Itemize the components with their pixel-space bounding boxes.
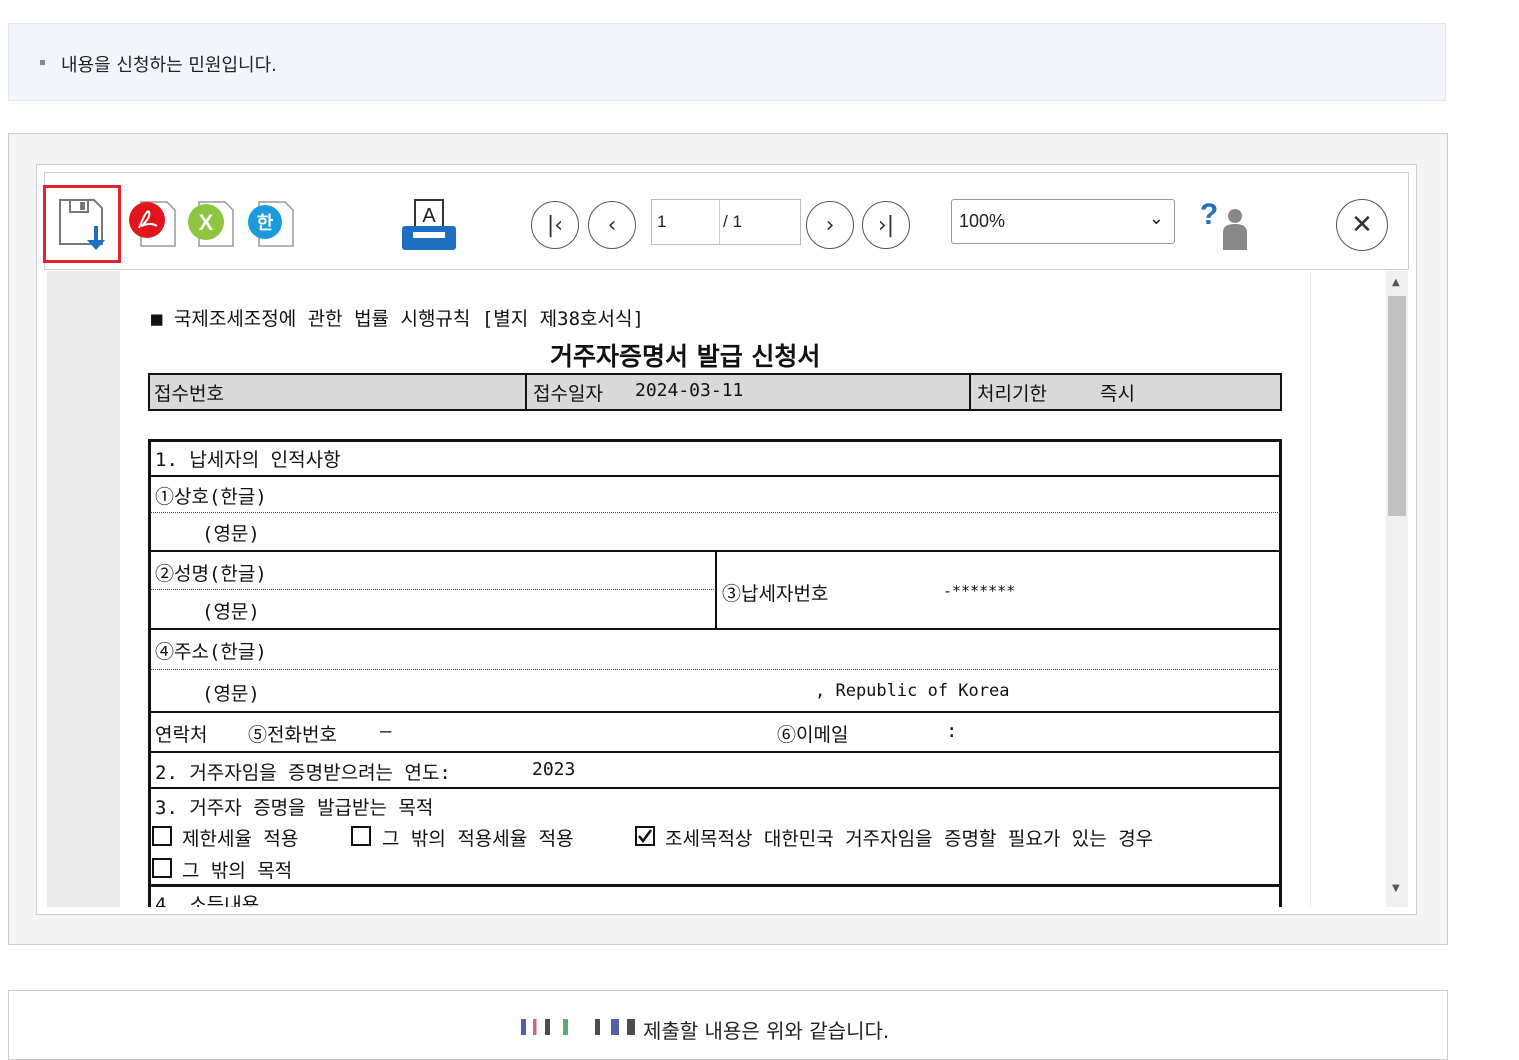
trade-name-en-label: (영문) — [202, 523, 260, 545]
redacted-text — [521, 1019, 581, 1035]
form-header-note: ■ 국제조세조정에 관한 법률 시행규칙 [별지 제38호서식] — [151, 308, 644, 330]
year-value: 2023 — [532, 759, 576, 780]
total-pages: / 1 — [723, 212, 742, 231]
checkbox-reduced-rate[interactable] — [152, 826, 172, 846]
row-line — [148, 475, 1282, 477]
excel-export-button[interactable]: X — [185, 198, 237, 250]
chevron-down-icon: ⌄ — [1148, 208, 1164, 229]
svg-text:X: X — [199, 210, 214, 235]
option-other-purpose: 그 밖의 목적 — [182, 860, 293, 882]
svg-text:A: A — [422, 205, 436, 227]
checkbox-other-purpose[interactable] — [152, 858, 172, 878]
help-icon: ? — [1200, 198, 1247, 250]
prev-page-button[interactable]: ‹ — [588, 201, 636, 249]
document-page: ■ 국제조세조정에 관한 법률 시행규칙 [별지 제38호서식] 거주자증명서 … — [120, 271, 1310, 907]
submit-statement-box: 제출할 내용은 위와 같습니다. — [8, 990, 1448, 1060]
page-number-field[interactable]: 1 / 1 — [651, 199, 801, 245]
row-line — [148, 884, 1282, 887]
option-other-rate: 그 밖의 적용세율 적용 — [382, 828, 574, 850]
excel-icon: X — [188, 201, 234, 247]
receipt-date-label: 접수일자 — [533, 383, 603, 405]
section1-title: 1. 납세자의 인적사항 — [155, 449, 341, 471]
taxpayer-no-value: -******* — [943, 582, 1016, 600]
document-scrollbar[interactable]: ▲ ▼ — [1386, 271, 1408, 907]
contact-label: 연락처 — [155, 724, 208, 746]
dotted-line — [150, 589, 716, 590]
check-icon — [638, 829, 653, 844]
hwp-export-button[interactable]: 한 — [245, 198, 297, 250]
scrollbar-thumb[interactable] — [1388, 296, 1406, 516]
prev-page-icon: ‹ — [607, 212, 617, 238]
option-reduced-rate: 제한세율 적용 — [182, 828, 299, 850]
taxpayer-no-label: ③납세자번호 — [722, 583, 829, 605]
row-line — [148, 751, 1282, 753]
zoom-value: 100% — [959, 211, 1006, 231]
page-separator — [719, 200, 720, 244]
deadline-label: 처리기한 — [977, 383, 1047, 405]
divider — [969, 373, 971, 411]
close-icon: ✕ — [1351, 210, 1373, 240]
row-line — [148, 628, 1282, 630]
redacted-text — [595, 1019, 635, 1035]
checkbox-other-rate[interactable] — [351, 826, 371, 846]
dotted-line — [150, 669, 1280, 670]
svg-text:?: ? — [1200, 198, 1218, 231]
option-residency-proof: 조세목적상 대한민국 거주자임을 증명할 필요가 있는 경우 — [665, 828, 1154, 850]
pdf-icon — [129, 201, 176, 247]
deadline-value: 즉시 — [1100, 383, 1135, 405]
address-en-label: (영문) — [202, 683, 260, 705]
print-icon: A — [402, 199, 456, 250]
scroll-down-icon[interactable]: ▼ — [1392, 883, 1400, 894]
address-kr-label: ④주소(한글) — [155, 641, 267, 663]
notice-box: 내용을 신청하는 민원입니다. — [8, 23, 1446, 101]
next-page-icon: › — [825, 212, 835, 238]
receipt-no-label: 접수번호 — [154, 383, 224, 405]
current-page-input[interactable]: 1 — [657, 212, 666, 232]
receipt-date: 2024-03-11 — [635, 380, 744, 401]
phone-value: — — [380, 720, 392, 742]
document-area[interactable]: ■ 국제조세조정에 관한 법률 시행규칙 [별지 제38호서식] 거주자증명서 … — [47, 271, 1311, 907]
divider — [525, 373, 527, 411]
email-value: : — [946, 720, 958, 742]
zoom-select[interactable]: 100% ⌄ — [951, 199, 1175, 244]
trade-name-kr-label: ①상호(한글) — [155, 486, 267, 508]
scroll-up-icon[interactable]: ▲ — [1392, 277, 1400, 288]
checkbox-residency-proof[interactable] — [635, 826, 655, 846]
dotted-line — [150, 512, 1280, 513]
section4-title: 4. 소득내용 — [155, 894, 260, 907]
row-line — [148, 787, 1282, 789]
bullet-icon — [40, 60, 45, 65]
first-page-button[interactable]: |‹ — [531, 201, 579, 249]
pdf-export-button[interactable] — [127, 198, 179, 250]
svg-text:한: 한 — [257, 213, 274, 234]
first-page-icon: |‹ — [546, 212, 564, 238]
save-button[interactable] — [43, 185, 121, 263]
save-icon — [59, 199, 105, 250]
form-title: 거주자증명서 발급 신청서 — [550, 342, 821, 371]
close-viewer-button[interactable]: ✕ — [1336, 199, 1388, 251]
row-line — [148, 711, 1282, 713]
section3-title: 3. 거주자 증명을 발급받는 목적 — [155, 797, 434, 819]
phone-label: ⑤전화번호 — [248, 724, 337, 746]
name-en-label: (영문) — [202, 601, 260, 623]
print-button[interactable]: A — [399, 196, 459, 254]
help-button[interactable]: ? — [1197, 196, 1253, 254]
hwp-icon: 한 — [248, 201, 294, 247]
section2-title: 2. 거주자임을 증명받으려는 연도: — [155, 762, 451, 784]
next-page-button[interactable]: › — [806, 201, 854, 249]
address-en-value: , Republic of Korea — [815, 681, 1010, 701]
last-page-icon: ›| — [877, 212, 895, 238]
name-kr-label: ②성명(한글) — [155, 563, 267, 585]
submit-statement: 제출할 내용은 위와 같습니다. — [643, 1019, 890, 1043]
divider — [715, 551, 717, 629]
last-page-button[interactable]: ›| — [862, 201, 910, 249]
notice-text: 내용을 신청하는 민원입니다. — [61, 55, 277, 76]
email-label: ⑥이메일 — [777, 724, 849, 746]
